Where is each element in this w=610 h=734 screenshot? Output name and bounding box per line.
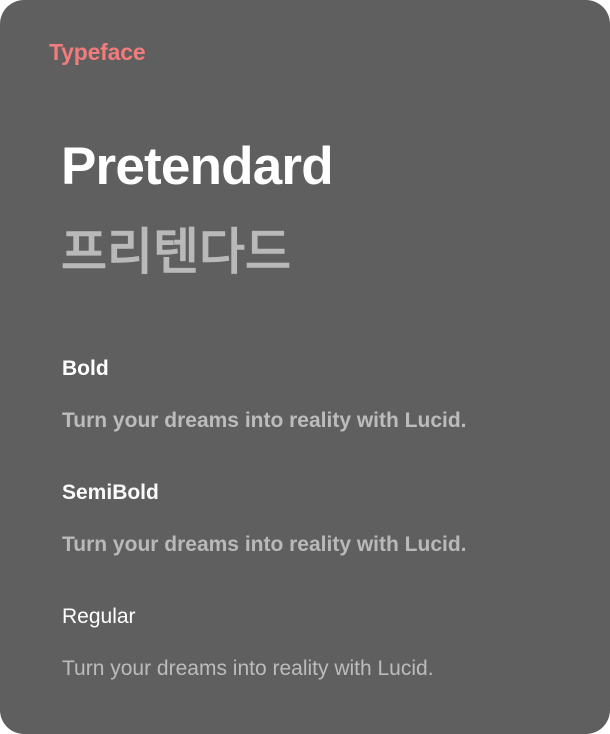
weight-label-regular: Regular <box>62 605 136 628</box>
typeface-card: Typeface Pretendard 프리텐다드 Bold Turn your… <box>0 0 610 734</box>
sample-text-semibold: Turn your dreams into reality with Lucid… <box>62 533 467 556</box>
weight-label-semibold: SemiBold <box>62 481 159 504</box>
sample-text-regular: Turn your dreams into reality with Lucid… <box>62 657 434 680</box>
section-label: Typeface <box>49 39 146 65</box>
sample-text-bold: Turn your dreams into reality with Lucid… <box>62 409 467 432</box>
weight-label-bold: Bold <box>62 357 109 380</box>
typeface-name: Pretendard <box>61 137 334 196</box>
typeface-name-korean: 프리텐다드 <box>61 223 291 281</box>
